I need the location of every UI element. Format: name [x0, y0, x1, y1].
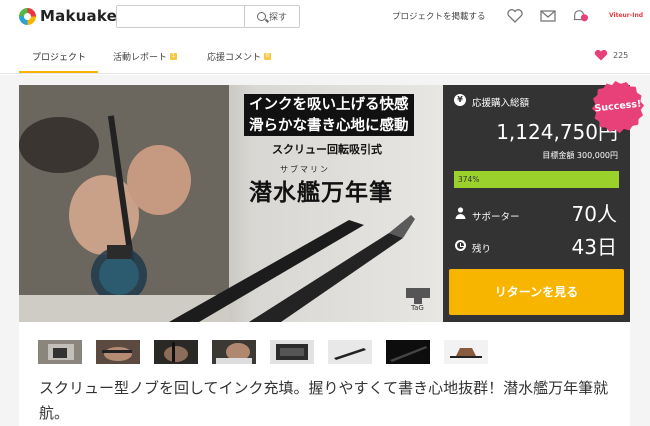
hero-tagline-1: インクを吸い上げる快感 — [244, 94, 414, 115]
heart-filled-icon — [594, 49, 608, 61]
logo-text: Makuake — [40, 7, 117, 25]
hero-subtitle: スクリュー回転吸引式 — [272, 143, 382, 156]
thumbnail-4[interactable] — [212, 340, 256, 364]
like-count: 225 — [613, 50, 629, 60]
progress-percent: 374% — [458, 175, 480, 184]
funding-progress-bar: 374% — [454, 171, 619, 188]
thumbnail-strip — [19, 322, 630, 364]
tab-badge: 6 — [264, 53, 272, 60]
search-icon — [256, 12, 266, 21]
search-button[interactable]: 探す — [245, 6, 299, 27]
project-description: スクリュー型ノブを回してインク充填。握りやすくて書き心地抜群！潜水艦万年筆就航。 — [19, 364, 630, 426]
tab-activity-report-label: 活動レポート — [113, 53, 168, 63]
heart-outline-icon[interactable] — [506, 8, 524, 24]
active-tab-indicator — [19, 71, 98, 73]
search-button-label: 探す — [268, 13, 287, 23]
makuake-logo[interactable]: Makuake — [19, 7, 117, 25]
project-tabs: プロジェクト 活動レポート 1 応援コメント 6 225 — [0, 34, 650, 74]
thumbnail-5[interactable] — [270, 340, 314, 364]
thumbnail-1[interactable] — [38, 340, 82, 364]
search-box: 探す — [116, 5, 300, 28]
search-input[interactable] — [117, 6, 245, 27]
thumbnail-6[interactable] — [328, 340, 372, 364]
tab-activity-report[interactable]: 活動レポート 1 — [113, 50, 178, 63]
funding-goal: 目標金額 300,000円 — [542, 151, 618, 160]
brand-label: TaG — [411, 304, 424, 312]
thumbnail-2[interactable] — [96, 340, 140, 364]
thumbnail-8[interactable] — [444, 340, 488, 364]
user-avatar[interactable]: Viteur-Ind — [609, 12, 643, 19]
tab-badge: 1 — [170, 53, 178, 60]
tab-project[interactable]: プロジェクト — [32, 50, 86, 63]
supporters-label: サポーター — [472, 212, 520, 223]
hero-tagline-2: 滑らかな書き心地に感動 — [244, 115, 414, 136]
tab-project-label: プロジェクト — [32, 53, 87, 63]
thumbnail-3[interactable] — [154, 340, 198, 364]
thumbnail-7[interactable] — [386, 340, 430, 364]
tab-comments[interactable]: 応援コメント 6 — [207, 50, 272, 63]
hero-title: 潜水艦万年筆 — [249, 179, 393, 206]
clock-icon — [455, 240, 466, 251]
remaining-label: 残り — [472, 244, 492, 255]
logo-mark-icon — [19, 7, 36, 25]
supporters-value: 70人 — [571, 202, 617, 226]
mail-icon[interactable] — [539, 8, 557, 24]
view-returns-button[interactable]: リターンを見る — [449, 269, 624, 315]
like-button[interactable]: 225 — [594, 49, 628, 61]
site-header: Makuake 探す プロジェクトを掲載する Viteur-Ind — [0, 0, 650, 34]
remaining-value: 43日 — [571, 235, 617, 259]
hero-image[interactable]: インクを吸い上げる快感 滑らかな書き心地に感動 スクリュー回転吸引式 サブマリン… — [19, 85, 443, 322]
person-icon — [455, 207, 466, 219]
bell-icon[interactable] — [571, 8, 589, 24]
funding-label: 応援購入総額 — [472, 98, 530, 109]
post-project-link[interactable]: プロジェクトを掲載する — [392, 10, 486, 22]
yen-icon: ¥ — [454, 94, 466, 106]
tab-comments-label: 応援コメント — [207, 53, 262, 63]
